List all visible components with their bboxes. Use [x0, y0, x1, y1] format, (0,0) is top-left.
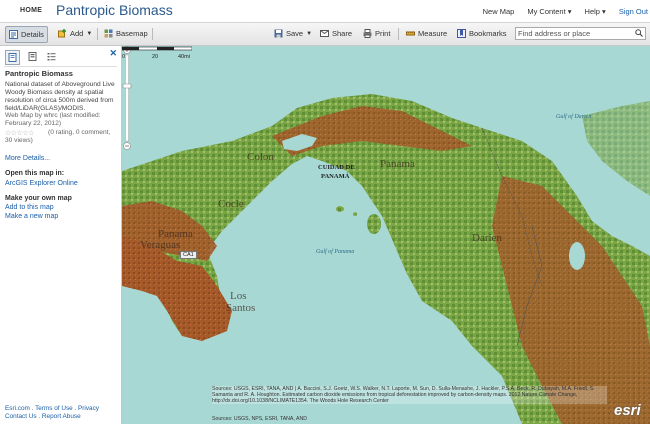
island [336, 206, 344, 212]
save-label: Save [286, 29, 304, 38]
open-heading: Open this map in: [5, 170, 65, 177]
zoom-slider[interactable] [122, 46, 132, 151]
my-content-menu[interactable]: My Content ▾ [527, 7, 571, 19]
new-map-link[interactable]: Make a new map [5, 213, 58, 220]
sign-out-link[interactable]: Sign Out [619, 7, 648, 19]
add-label: Add [70, 29, 84, 38]
new-map-link[interactable]: New Map [483, 7, 515, 19]
toolbar-divider [97, 28, 98, 40]
star-rating[interactable]: ☆☆☆☆☆ [5, 129, 34, 137]
help-menu[interactable]: Help ▾ [585, 7, 606, 19]
panel-tabs [5, 50, 64, 65]
print-button[interactable]: Print [363, 26, 390, 41]
map-attribution: Sources: USGS, ESRI, TANA, AND | A. Bacc… [212, 386, 607, 404]
map-label-city2: PANAMÁ [321, 173, 350, 180]
map-label-gulf-panama: Gulf of Panama [316, 249, 355, 255]
details-label: Details [21, 30, 44, 39]
map-label-colon: Colon [247, 151, 274, 163]
panel-divider [4, 66, 117, 67]
bookmarks-button[interactable]: Bookmarks [457, 26, 507, 41]
map-label-veraguas: Veraguas [140, 239, 181, 251]
top-header: HOME Pantropic Biomass New Map My Conten… [0, 0, 650, 23]
map-view[interactable]: Gulf of Darien Colon Panama CUIDAD DE PA… [122, 46, 650, 424]
chevron-down-icon: ▼ [86, 30, 93, 37]
map-label-gulf-darien: Gulf of Darien [556, 114, 592, 120]
make-heading: Make your own map [5, 195, 72, 202]
island [353, 212, 357, 216]
scale-bar: 0 20 40mi [122, 46, 192, 60]
bookmark-icon [457, 29, 466, 38]
map-label-cocle: Cocle [218, 198, 244, 210]
share-label: Share [332, 29, 353, 38]
tab-contents[interactable] [26, 50, 39, 63]
search-input[interactable]: Find address or place [515, 27, 646, 40]
map-label-darien: Darien [472, 232, 502, 244]
measure-button[interactable]: Measure [406, 26, 447, 41]
home-link[interactable]: HOME [20, 7, 42, 14]
basemap-label: Basemap [116, 29, 148, 38]
add-button[interactable]: Add ▼ [58, 26, 92, 41]
zoom-handle[interactable] [122, 83, 132, 89]
print-icon [363, 29, 372, 38]
add-to-map-link[interactable]: Add to this map [5, 204, 54, 211]
arcgis-explorer-link[interactable]: ArcGIS Explorer Online [5, 180, 78, 187]
bookmarks-label: Bookmarks [469, 29, 507, 38]
basemap-attribution: Sources: USGS, NPS, ESRI, TANA, AND [212, 416, 307, 422]
tab-about[interactable] [5, 50, 20, 65]
map-label-santos: Santos [226, 302, 256, 314]
save-icon [274, 29, 283, 38]
map-label-panama-province: Panama [380, 158, 415, 170]
legend-icon [47, 53, 56, 61]
layers-icon [28, 52, 37, 61]
chevron-down-icon: ▼ [306, 30, 313, 37]
measure-label: Measure [418, 29, 448, 38]
toolbar-divider [398, 28, 399, 40]
info-icon [8, 53, 17, 62]
toolbar-divider [152, 28, 153, 40]
scale-label-20: 20 [152, 54, 158, 60]
details-panel: ✕ Pantropic Biomass National dataset of … [0, 46, 122, 424]
basemap-button[interactable]: Basemap [104, 26, 148, 41]
basemap-icon [104, 29, 113, 38]
tab-legend[interactable] [45, 50, 58, 63]
scale-label-40: 40mi [178, 54, 190, 60]
more-details-link[interactable]: More Details... [5, 155, 50, 162]
add-icon [58, 29, 66, 38]
esri-logo: esri [614, 402, 641, 419]
close-icon[interactable]: ✕ [109, 48, 117, 59]
map-description: National dataset of Aboveground Live Woo… [5, 81, 115, 112]
map-canvas[interactable] [122, 46, 650, 424]
road-shield: CA1 [180, 251, 197, 259]
save-button[interactable]: Save ▼ [274, 26, 312, 41]
ruler-icon [406, 31, 415, 36]
search-icon[interactable] [635, 29, 643, 37]
share-button[interactable]: Share [320, 26, 352, 41]
scale-label-0: 0 [122, 54, 125, 60]
lake-bayano [569, 242, 585, 270]
island [367, 214, 381, 234]
map-title: Pantropic Biomass [56, 2, 173, 18]
details-button[interactable]: Details [5, 26, 48, 43]
webmap-owner: Web Map by whrc (last modified: February… [5, 112, 101, 127]
top-nav: New Map My Content ▾ Help ▾ Sign Out [483, 7, 650, 19]
search-placeholder: Find address or place [518, 29, 591, 38]
map-label-los: Los [230, 290, 247, 302]
share-icon [320, 30, 329, 37]
print-label: Print [375, 29, 391, 38]
panel-title: Pantropic Biomass [5, 69, 73, 78]
footer-links[interactable]: Esri.com . Terms of Use . Privacy Contac… [5, 405, 119, 421]
zoom-track[interactable] [125, 54, 129, 142]
details-icon [9, 30, 18, 39]
map-label-city: CUIDAD DE [318, 164, 355, 171]
